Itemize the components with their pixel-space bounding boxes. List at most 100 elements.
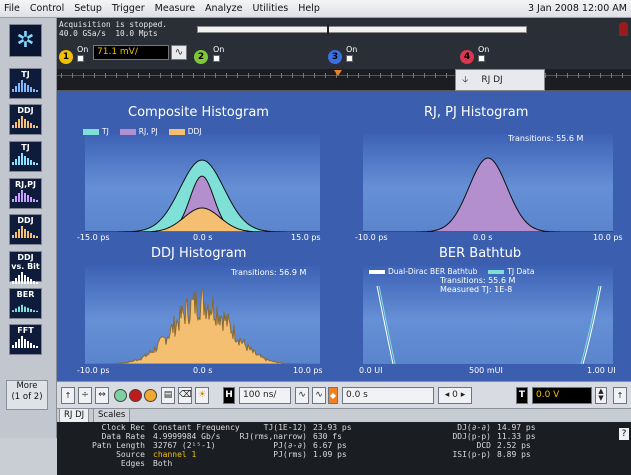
menu-analyze[interactable]: Analyze bbox=[201, 0, 248, 18]
channel-2-checkbox[interactable] bbox=[213, 55, 220, 62]
channel-3-checkbox[interactable] bbox=[346, 55, 353, 62]
legend-bathtub: Dual-Dirac BER Bathtub bbox=[388, 267, 478, 276]
channel-1-button[interactable]: 1 bbox=[59, 50, 73, 64]
jitter-display: Composite Histogram TJ RJ, PJ DDJ -15.0 … bbox=[57, 91, 631, 381]
acquisition-progress bbox=[197, 26, 527, 33]
measurement-label: DCD bbox=[476, 441, 491, 450]
acquisition-status: Acquisition is stopped. 40.0 GSa/s 10.0 … bbox=[57, 18, 167, 38]
down-arrow-icon: 🡣 bbox=[462, 75, 469, 85]
stop-indicator-icon[interactable] bbox=[619, 22, 628, 36]
channel-2-button[interactable]: 2 bbox=[194, 50, 208, 64]
trigger-level-field[interactable]: 0.0 V bbox=[532, 387, 592, 404]
legend-ddj-swatch bbox=[168, 128, 185, 135]
timebase-fine-icon[interactable]: ∿ bbox=[312, 387, 326, 404]
jitter-tab[interactable]: 🡣 RJ DJ bbox=[455, 69, 545, 91]
timebase-coarse-icon[interactable]: ∿ bbox=[295, 387, 309, 404]
left-menu-button-5[interactable]: DDJ vs. Bit bbox=[9, 251, 42, 284]
timeline-tick bbox=[556, 73, 557, 78]
tab-rj-dj[interactable]: RJ DJ bbox=[59, 409, 90, 423]
left-menu-button-2[interactable]: TJ bbox=[9, 141, 42, 172]
timeline-tick bbox=[567, 73, 568, 78]
channel-1-checkbox[interactable] bbox=[77, 55, 84, 62]
measurement-label: Source bbox=[116, 450, 145, 459]
trigger-level-stepper[interactable]: ▲ ▼ bbox=[595, 387, 607, 404]
composite-xtick-left: -15.0 ps bbox=[77, 233, 110, 242]
channel-4-button[interactable]: 4 bbox=[460, 50, 474, 64]
measurement-value: channel 1 bbox=[153, 450, 197, 459]
tjdata-left-curve bbox=[378, 285, 396, 365]
left-menu-button-6[interactable]: BER bbox=[9, 288, 42, 319]
timeline-tick bbox=[127, 73, 128, 78]
horizontal-h-label: H bbox=[223, 387, 235, 404]
rjpj-histogram-chart bbox=[363, 157, 613, 233]
timeline-tick bbox=[303, 73, 304, 78]
delay-field[interactable]: 0.0 s bbox=[342, 387, 434, 404]
tj-histogram-icon bbox=[12, 80, 38, 92]
left-menu-button-3[interactable]: RJ,PJ bbox=[9, 178, 42, 209]
tb-vertical-icon[interactable]: ÷ bbox=[78, 387, 92, 404]
composite-histogram-chart bbox=[85, 159, 320, 233]
menu-trigger[interactable]: Trigger bbox=[108, 0, 151, 18]
menu-control[interactable]: Control bbox=[26, 0, 70, 18]
menu-help[interactable]: Help bbox=[294, 0, 326, 18]
run-button[interactable] bbox=[114, 389, 127, 402]
tb-horizontal-icon[interactable]: ⇔ bbox=[95, 387, 109, 404]
measurement-label: ISI(p-p) bbox=[452, 450, 491, 459]
toolbar-arrow-up-icon[interactable]: ↑ bbox=[613, 387, 627, 404]
timeline-tick bbox=[270, 73, 271, 78]
scope-logo-icon[interactable]: ✲ bbox=[9, 24, 42, 57]
left-menu-button-0[interactable]: TJ bbox=[9, 68, 42, 99]
delay-stepper[interactable]: ◂ 0 ▸ bbox=[438, 387, 472, 404]
stop-button[interactable] bbox=[129, 389, 142, 402]
timeline-tick bbox=[545, 73, 546, 78]
menu-setup[interactable]: Setup bbox=[70, 0, 108, 18]
channel-3-button[interactable]: 3 bbox=[328, 50, 342, 64]
tab-scales[interactable]: Scales bbox=[93, 409, 131, 423]
timeline-tick bbox=[292, 73, 293, 78]
measurement-value: 11.33 ps bbox=[497, 432, 536, 441]
measurement-label: Patn Length bbox=[92, 441, 145, 450]
left-menu-button-1[interactable]: DDJ bbox=[9, 104, 42, 135]
rjpj-xtick-right: 10.0 ps bbox=[593, 233, 623, 242]
left-menu-button-4[interactable]: DDJ bbox=[9, 214, 42, 245]
single-button[interactable] bbox=[144, 389, 157, 402]
measurement-value: 23.93 ps bbox=[313, 423, 352, 432]
timeline-tick bbox=[622, 73, 623, 78]
rjpj-histogram-icon bbox=[12, 190, 38, 202]
rjpj-xtick-mid: 0.0 s bbox=[473, 233, 493, 242]
timeline-tick bbox=[325, 73, 326, 78]
ber-xtick-mid: 500 mUI bbox=[469, 366, 503, 375]
measurement-results: Clock Rec Constant Frequency Data Rate 4.99… bbox=[57, 422, 631, 475]
more-button[interactable]: More (1 of 2) bbox=[6, 380, 48, 410]
channel-4-checkbox[interactable] bbox=[478, 55, 485, 62]
tb-default-icon[interactable]: ☀ bbox=[195, 387, 209, 404]
menu-file[interactable]: File bbox=[0, 0, 26, 18]
ber-xtick-right: 1.00 UI bbox=[587, 366, 616, 375]
measurement-label: Clock Rec bbox=[101, 423, 145, 432]
rjpj-histogram-area bbox=[363, 157, 613, 233]
help-button[interactable]: ? bbox=[619, 428, 629, 440]
jitter-tab-label: RJ DJ bbox=[481, 75, 503, 85]
more-page-label: (1 of 2) bbox=[11, 392, 43, 402]
toolbar-arrow-icon[interactable]: ↑ bbox=[61, 387, 75, 404]
timeline-tick bbox=[248, 73, 249, 78]
timeline-tick bbox=[83, 73, 84, 78]
left-menu-button-7[interactable]: FFT bbox=[9, 324, 42, 355]
timeline-tick bbox=[259, 73, 260, 78]
trigger-marker-icon bbox=[334, 70, 342, 76]
channel-1-coupling-icon[interactable]: ∿ bbox=[171, 45, 187, 60]
timeline-tick bbox=[94, 73, 95, 78]
timeline-tick bbox=[171, 73, 172, 78]
measurement-label: Edges bbox=[120, 459, 145, 468]
timeline-tick bbox=[446, 73, 447, 78]
tb-autoscale-icon[interactable]: ▤ bbox=[161, 387, 175, 404]
rjpj-xtick-left: -10.0 ps bbox=[355, 233, 388, 242]
menu-measure[interactable]: Measure bbox=[151, 0, 201, 18]
ber-transitions: Transitions: 55.6 M bbox=[440, 276, 516, 285]
tb-clear-icon[interactable]: ⌫ bbox=[178, 387, 192, 404]
menu-utilities[interactable]: Utilities bbox=[248, 0, 294, 18]
ddj-vs-bit-icon bbox=[12, 272, 38, 284]
timebase-field[interactable]: 100 ns/ bbox=[239, 387, 291, 404]
ddj-xtick-left: -10.0 ps bbox=[77, 366, 110, 375]
channel-1-scale-field[interactable]: 71.1 mV/ bbox=[93, 45, 169, 60]
